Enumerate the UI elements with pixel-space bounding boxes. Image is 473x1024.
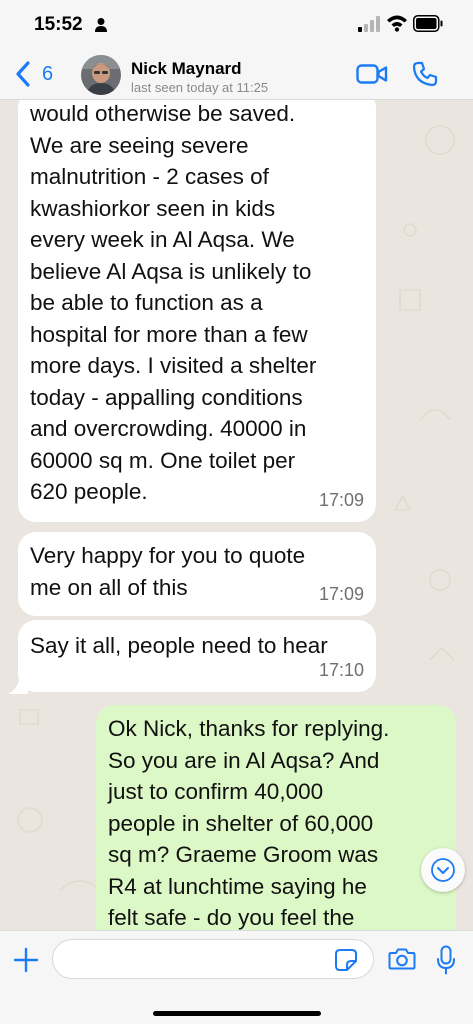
wifi-icon: [387, 15, 407, 32]
chat-area[interactable]: would otherwise be saved. We are seeing …: [0, 100, 473, 930]
camera-icon[interactable]: [388, 947, 416, 971]
message-time: 17:09: [318, 489, 364, 510]
plus-icon[interactable]: [13, 947, 39, 973]
incoming-message[interactable]: Say it all, people need to hear 17:10: [18, 620, 376, 692]
input-bar: [0, 930, 473, 1024]
last-seen-status: last seen today at 11:25: [131, 80, 269, 95]
message-text: Ok Nick, thanks for replying. So you are…: [108, 716, 390, 930]
message-time: 17:09: [318, 583, 364, 604]
phone-icon[interactable]: [412, 61, 438, 87]
incoming-message[interactable]: would otherwise be saved. We are seeing …: [18, 100, 376, 522]
contact-name[interactable]: Nick Maynard: [131, 59, 242, 79]
chat-header: 6 Nick Maynard last seen today at 11:25: [0, 50, 473, 100]
unread-count[interactable]: 6: [42, 63, 53, 86]
chevron-down-icon: [431, 858, 455, 882]
outgoing-message[interactable]: Ok Nick, thanks for replying. So you are…: [96, 705, 456, 930]
scroll-to-bottom-button[interactable]: [421, 848, 465, 892]
message-time: 17:10: [318, 659, 364, 680]
sticker-icon[interactable]: [334, 948, 358, 972]
message-text: Say it all, people need to hear: [30, 633, 328, 658]
chevron-left-icon[interactable]: [12, 60, 34, 88]
person-icon: [95, 18, 107, 32]
microphone-icon[interactable]: [436, 945, 456, 975]
message-text: Very happy for you to quote me on all of…: [30, 543, 306, 600]
signal-icon: [358, 16, 380, 32]
home-indicator: [153, 1011, 321, 1016]
incoming-message[interactable]: Very happy for you to quote me on all of…: [18, 532, 376, 616]
status-bar: 15:52: [0, 0, 473, 50]
message-input[interactable]: [52, 939, 374, 979]
battery-icon: [413, 15, 443, 32]
message-text: would otherwise be saved. We are seeing …: [30, 101, 317, 504]
status-time: 15:52: [34, 14, 83, 35]
avatar[interactable]: [81, 55, 121, 95]
video-camera-icon[interactable]: [356, 63, 388, 85]
